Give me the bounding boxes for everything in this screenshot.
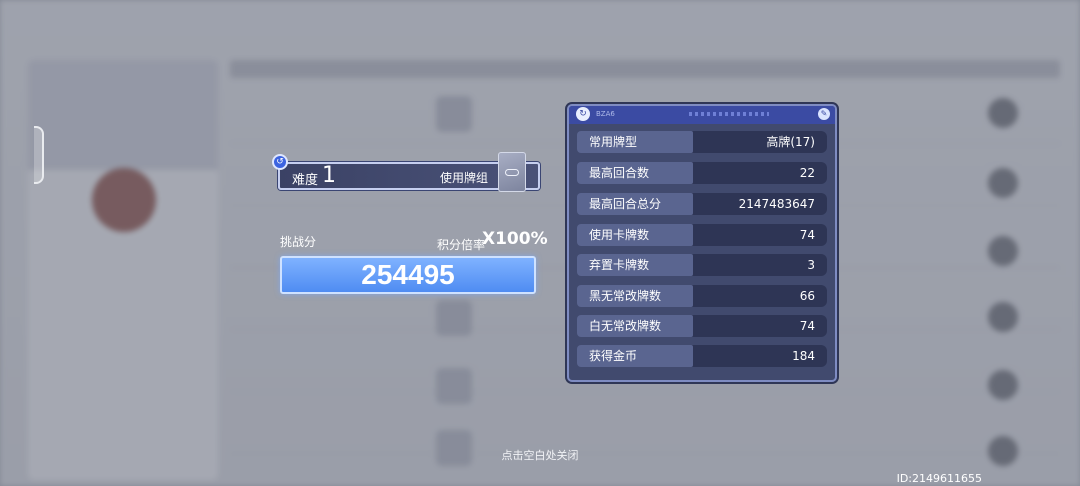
multiplier-value: X100%: [482, 229, 548, 249]
panel-dots: [689, 112, 769, 116]
stat-row: 74 白无常改牌数: [577, 315, 827, 337]
difficulty-label: 难度: [292, 173, 319, 188]
score-label: 挑战分: [280, 235, 317, 249]
stat-label: 使用卡牌数: [577, 224, 693, 246]
stat-label: 弃置卡牌数: [577, 254, 693, 276]
stat-row: 74 使用卡牌数: [577, 224, 827, 246]
stat-row: 3 弃置卡牌数: [577, 254, 827, 276]
stat-value: 74: [689, 315, 827, 337]
stats-panel: ↻ BZA6 ✎ 高牌(17) 常用牌型 22 最高回合数 2147483647…: [567, 104, 837, 382]
stat-label: 白无常改牌数: [577, 315, 693, 337]
stat-row: 高牌(17) 常用牌型: [577, 131, 827, 153]
deck-card-icon[interactable]: [498, 152, 526, 192]
difficulty-value: 1: [322, 163, 336, 188]
close-hint: 点击空白处关闭: [0, 447, 1080, 463]
stat-row: 2147483647 最高回合总分: [577, 193, 827, 215]
stat-value: 22: [689, 162, 827, 184]
panel-header: ↻ BZA6 ✎: [569, 106, 835, 124]
difficulty-badge-icon: ↺: [272, 154, 288, 170]
stat-row: 22 最高回合数: [577, 162, 827, 184]
corner-badge-icon: ✎: [818, 108, 830, 120]
stat-row: 184 获得金币: [577, 345, 827, 367]
score-value: 254495: [361, 259, 455, 290]
close-hint-text: 点击空白处关闭: [501, 449, 579, 462]
user-id: ID:2149611655: [896, 472, 982, 485]
stat-row: 66 黑无常改牌数: [577, 285, 827, 307]
stat-value: 3: [689, 254, 827, 276]
deck-label: 使用牌组: [440, 171, 489, 185]
stat-label: 常用牌型: [577, 131, 693, 153]
stat-value: 2147483647: [689, 193, 827, 215]
stat-label: 获得金币: [577, 345, 693, 367]
multiplier-label: 积分倍率: [437, 238, 486, 252]
stat-value: 74: [689, 224, 827, 246]
panel-header-code: BZA6: [596, 110, 615, 118]
stat-label: 最高回合数: [577, 162, 693, 184]
stat-value: 高牌(17): [689, 131, 827, 153]
score-box: 254495: [280, 256, 536, 294]
stat-value: 184: [689, 345, 827, 367]
side-tab-handle[interactable]: [34, 126, 44, 184]
stat-label: 黑无常改牌数: [577, 285, 693, 307]
refresh-logo-icon: ↻: [576, 107, 590, 121]
stat-value: 66: [689, 285, 827, 307]
stat-label: 最高回合总分: [577, 193, 693, 215]
